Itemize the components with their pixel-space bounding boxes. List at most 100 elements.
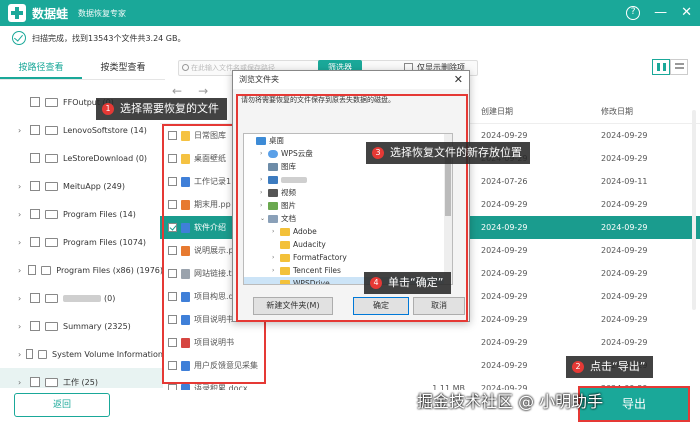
created-date: 2024-09-29 [481,292,528,301]
dialog-title-text: 浏览文件夹 [239,75,279,84]
callout-2-badge: 2 [572,361,584,373]
file-name: 语录积累.docx [194,384,248,390]
expand-arrow-icon[interactable]: › [272,228,280,235]
row-checkbox[interactable] [168,361,177,370]
expand-arrow-icon[interactable]: › [18,266,26,275]
tree-item-checkbox[interactable] [30,321,40,331]
expand-arrow-icon[interactable]: ⌄ [260,215,268,222]
row-checkbox[interactable] [168,223,177,232]
file-name: 项目构思.d [194,292,234,301]
tree-item-checkbox[interactable] [30,153,40,163]
dialog-tree-item[interactable]: › 图片 [244,199,452,212]
dialog-tree-item[interactable]: › 视频 [244,186,452,199]
ppt-file-icon [181,245,190,256]
tree-item[interactable]: › System Volume Information [0,340,163,368]
row-checkbox[interactable] [168,177,177,186]
row-checkbox[interactable] [168,200,177,209]
desktop-icon [256,136,266,145]
table-row[interactable]: 项目说明书 2024-09-29 2024-09-29 [160,331,700,354]
folder-tree: FFOutput (0) › LenovoSoftstore (14) LeStore… [0,88,163,388]
folder-icon [45,153,58,163]
tree-item[interactable]: › LenovoSoftstore (14) [0,116,163,144]
new-folder-button[interactable]: 新建文件夹(M) [253,297,333,315]
tree-item[interactable]: › (0) [0,284,163,312]
tab-by-path[interactable]: 按路径查看 [0,58,82,79]
expand-arrow-icon[interactable]: › [18,294,28,303]
tree-item[interactable]: › Program Files (1074) [0,228,163,256]
view-toggle [652,59,688,75]
table-scrollbar[interactable] [692,110,696,310]
dialog-tree-item[interactable]: ⌄ 文档 [244,212,452,225]
list-view-button[interactable] [670,59,688,75]
expand-arrow-icon[interactable]: › [18,322,28,331]
close-button[interactable]: ✕ [681,4,692,22]
tree-item-checkbox[interactable] [30,237,40,247]
tree-item-checkbox[interactable] [27,265,36,275]
nav-forward-icon[interactable]: → [198,84,208,98]
library-icon [268,162,278,171]
watermark: 掘金技术社区 @ 小明助手 [417,392,604,411]
row-checkbox[interactable] [168,154,177,163]
tree-item[interactable]: › MeituApp (249) [0,172,163,200]
tree-item-checkbox[interactable] [26,349,34,359]
row-checkbox[interactable] [168,338,177,347]
header-created[interactable]: 创建日期 [473,106,593,117]
created-date: 2024-09-29 [481,338,528,347]
nav-back-icon[interactable]: ← [172,84,182,98]
tree-item[interactable]: › 工作 (25) [0,368,163,388]
row-checkbox[interactable] [168,131,177,140]
expand-arrow-icon[interactable]: › [18,378,28,387]
dialog-cancel-button[interactable]: 取消 [413,297,465,315]
tree-item-text: Program Files (1074) [63,237,146,247]
tree-item-checkbox[interactable] [30,293,40,303]
help-icon[interactable]: ? [626,6,641,20]
doc-file-icon [181,360,190,371]
expand-arrow-icon[interactable]: › [18,126,28,135]
tree-item[interactable]: › Program Files (x86) (1976) [0,256,163,284]
modified-date: 2024-09-29 [601,338,648,347]
row-checkbox[interactable] [168,269,177,278]
expand-arrow-icon[interactable]: › [260,150,268,157]
tree-item[interactable]: LeStoreDownload (0) [0,144,163,172]
dialog-tree-item[interactable]: › FormatFactory [244,251,452,264]
expand-arrow-icon[interactable]: › [260,202,268,209]
grid-view-button[interactable] [652,59,670,75]
expand-arrow-icon[interactable]: › [272,254,280,261]
file-name: 项目说明书 [194,315,234,324]
expand-arrow-icon[interactable]: › [260,176,268,183]
expand-arrow-icon[interactable]: › [18,182,28,191]
row-checkbox[interactable] [168,246,177,255]
dialog-tree-item[interactable]: › Adobe [244,225,452,238]
file-name: 用户反馈意见采集 [194,361,258,370]
view-tabs: 按路径查看 按类型查看 [0,58,165,80]
row-checkbox[interactable] [168,384,177,390]
expand-arrow-icon[interactable]: › [18,210,28,219]
dialog-tree-item[interactable]: › [244,173,452,186]
tree-item-checkbox[interactable] [30,181,40,191]
folder-icon [45,237,58,247]
row-checkbox[interactable] [168,292,177,301]
tree-item-checkbox[interactable] [30,97,40,107]
dialog-ok-button[interactable]: 确定 [353,297,409,315]
expand-arrow-icon[interactable]: › [18,350,24,359]
callout-1-text: 选择需要恢复的文件 [120,102,219,115]
folder-icon [45,377,58,387]
row-checkbox[interactable] [168,315,177,324]
tree-item-checkbox[interactable] [30,125,40,135]
expand-arrow-icon[interactable]: › [260,189,268,196]
tree-item-checkbox[interactable] [30,377,40,387]
header-modified[interactable]: 修改日期 [593,106,693,117]
expand-arrow-icon[interactable]: › [272,267,280,274]
back-button[interactable]: 返回 [14,393,110,417]
tree-item[interactable]: › Program Files (14) [0,200,163,228]
tree-item-checkbox[interactable] [30,209,40,219]
dialog-tree-item[interactable]: Audacity [244,238,452,251]
dialog-close-icon[interactable]: ✕ [454,71,463,89]
app-subtitle: 数据恢复专家 [78,8,127,18]
minimize-button[interactable]: — [654,4,667,22]
tab-by-type[interactable]: 按类型查看 [82,58,164,79]
expand-arrow-icon[interactable]: › [18,238,28,247]
status-text: 扫描完成，找到13543个文件共3.24 GB。 [32,33,186,43]
tree-item[interactable]: › Summary (2325) [0,312,163,340]
folder-icon [280,240,290,249]
